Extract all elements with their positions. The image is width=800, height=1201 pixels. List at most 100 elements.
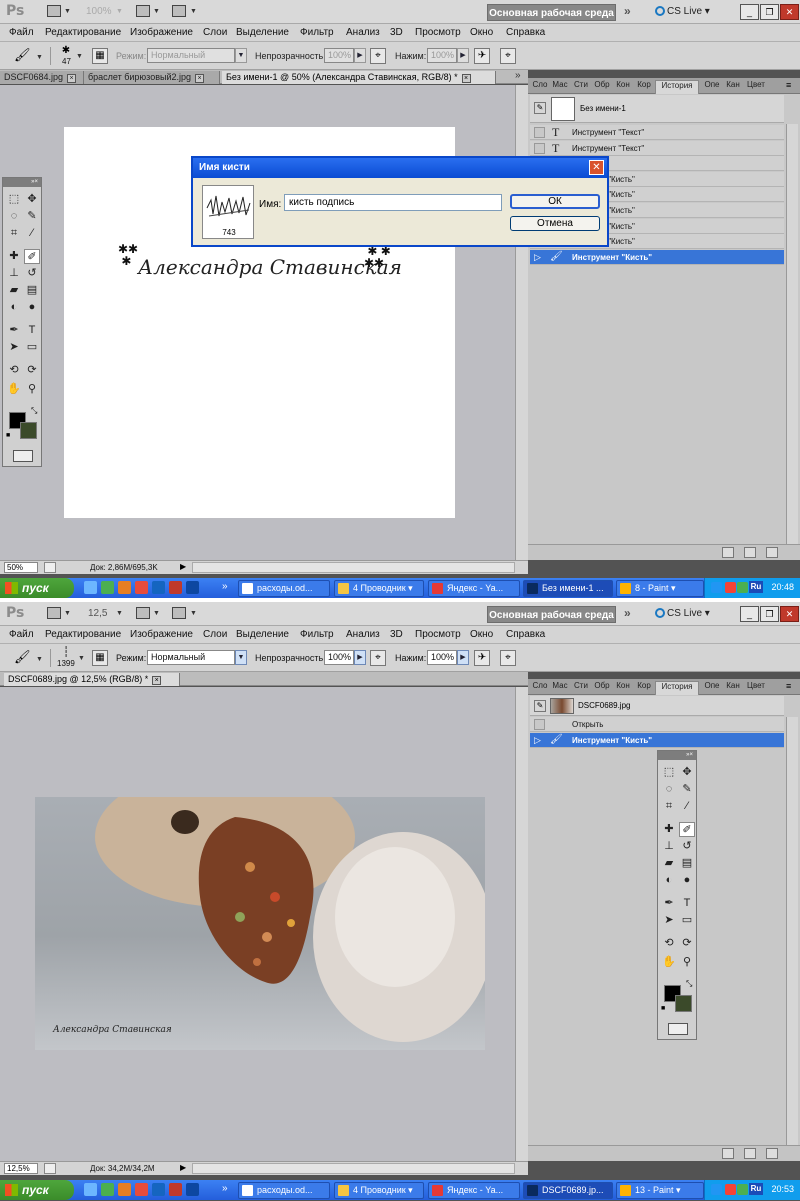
bridge-icon[interactable]: [47, 607, 61, 619]
start-button[interactable]: пуск: [0, 1180, 74, 1200]
chevron-down-icon[interactable]: ▼: [153, 8, 160, 15]
menu-select[interactable]: Выделение: [236, 629, 289, 640]
task-explorer[interactable]: 4 Проводник ▾: [334, 1182, 424, 1199]
menu-layers[interactable]: Слои: [203, 629, 227, 640]
background-color[interactable]: [675, 995, 692, 1012]
tab-history[interactable]: История: [655, 681, 699, 695]
start-button[interactable]: пуск: [0, 578, 74, 598]
history-source-box[interactable]: [534, 719, 545, 730]
chevron-down-icon[interactable]: ▼: [64, 8, 71, 15]
cs-live-menu[interactable]: CS Live ▾: [655, 608, 710, 619]
horizontal-scrollbar[interactable]: [192, 1163, 515, 1174]
quicklaunch-icon[interactable]: [186, 581, 199, 594]
chevron-down-icon[interactable]: ▼: [36, 656, 43, 663]
panel-scrollbar[interactable]: [786, 124, 798, 544]
status-arrow-icon[interactable]: ▶: [180, 1163, 186, 1172]
tab-actions[interactable]: Опе: [702, 80, 722, 94]
quicklaunch-icon[interactable]: [84, 581, 97, 594]
tab-history[interactable]: История: [655, 80, 699, 94]
close-icon[interactable]: ×: [195, 74, 205, 83]
tab-dscf0684[interactable]: DSCF0684.jpg ×: [0, 71, 84, 84]
flow-field[interactable]: 100%: [427, 48, 457, 63]
quicklaunch-icon[interactable]: [101, 1183, 114, 1196]
close-icon[interactable]: ×: [461, 74, 471, 83]
quick-mask-icon[interactable]: [13, 450, 33, 462]
menu-window[interactable]: Окно: [470, 27, 493, 38]
tray-icon[interactable]: [737, 582, 748, 593]
healing-icon[interactable]: ✚: [661, 822, 677, 837]
task-raskhody[interactable]: расходы.od...: [238, 1182, 330, 1199]
history-row[interactable]: T Инструмент "Текст": [530, 125, 784, 140]
tab-untitled-1[interactable]: Без имени-1 @ 50% (Александра Ставинская…: [222, 71, 496, 84]
move-icon[interactable]: ✥: [679, 765, 695, 780]
tab-masks[interactable]: Мас: [550, 681, 570, 695]
minimize-button[interactable]: _: [740, 606, 759, 622]
cancel-button[interactable]: Отмена: [510, 216, 600, 231]
zoom-icon[interactable]: ⚲: [679, 955, 695, 970]
screen-mode-icon[interactable]: [172, 607, 186, 619]
tab-adjust[interactable]: Обр: [592, 80, 612, 94]
restore-button[interactable]: ❐: [760, 4, 779, 20]
menu-image[interactable]: Изображение: [130, 27, 193, 38]
close-icon[interactable]: ×: [67, 74, 77, 83]
zoom-level[interactable]: 100%: [86, 6, 112, 17]
chevron-down-icon[interactable]: ▼: [116, 610, 123, 617]
snapshot-row[interactable]: ✎ Без имени-1: [530, 95, 784, 123]
eyedropper-icon[interactable]: ⁄: [24, 226, 40, 241]
hand-icon[interactable]: ✋: [6, 382, 22, 397]
status-zoom[interactable]: 12,5%: [4, 1163, 38, 1174]
task-raskhody[interactable]: расходы.od...: [238, 580, 330, 597]
tray-icon[interactable]: [725, 1184, 736, 1195]
history-source-box[interactable]: [534, 127, 545, 138]
type-icon[interactable]: T: [24, 323, 40, 338]
tray-icon[interactable]: [725, 582, 736, 593]
status-arrow-icon[interactable]: ▶: [180, 562, 186, 571]
quicklaunch-icon[interactable]: [118, 581, 131, 594]
task-paint[interactable]: 8 - Paint ▾: [616, 580, 704, 597]
path-select-icon[interactable]: ➤: [6, 340, 22, 355]
chevron-down-icon[interactable]: ▼: [153, 610, 160, 617]
dialog-close-button[interactable]: ✕: [589, 160, 604, 175]
quicklaunch-icon[interactable]: [135, 581, 148, 594]
healing-icon[interactable]: ✚: [6, 249, 22, 264]
language-indicator[interactable]: Ru: [749, 581, 763, 593]
menu-help[interactable]: Справка: [506, 27, 545, 38]
pen-icon[interactable]: ✒: [661, 896, 677, 911]
chevron-down-icon[interactable]: ▼: [190, 8, 197, 15]
menu-file[interactable]: Файл: [9, 629, 34, 640]
menu-help[interactable]: Справка: [506, 629, 545, 640]
tab-dscf0689[interactable]: DSCF0689.jpg @ 12,5% (RGB/8) * ×: [4, 673, 180, 686]
blur-icon[interactable]: ◐: [661, 873, 677, 888]
snapshot-row[interactable]: ✎ DSCF0689.jpg: [530, 696, 784, 716]
workspace-button[interactable]: Основная рабочая среда: [487, 606, 616, 623]
tab-channels[interactable]: Кан: [723, 80, 743, 94]
eraser-icon[interactable]: ▰: [661, 856, 677, 871]
panel-menu-icon[interactable]: ≡: [786, 681, 791, 691]
tray-icon[interactable]: [711, 1184, 722, 1195]
lasso-icon[interactable]: ◌: [661, 782, 677, 797]
tab-actions[interactable]: Опе: [702, 681, 722, 695]
brush-name-input[interactable]: кисть подпись: [284, 194, 502, 211]
status-zoom[interactable]: 50%: [4, 562, 38, 573]
quick-select-icon[interactable]: ✎: [679, 782, 695, 797]
workspace-button[interactable]: Основная рабочая среда: [487, 4, 616, 21]
brush-panel-icon[interactable]: ▦: [92, 48, 108, 64]
stamp-icon[interactable]: ⊥: [6, 266, 22, 281]
lasso-icon[interactable]: ◌: [6, 209, 22, 224]
brush-tool-icon[interactable]: 🖌: [14, 48, 31, 64]
opacity-field[interactable]: 100%: [324, 650, 354, 665]
swap-colors-icon[interactable]: ⤡: [686, 979, 692, 989]
3d-rotate-icon[interactable]: ⟲: [6, 363, 22, 378]
chevron-right-icon[interactable]: ▶: [354, 48, 366, 63]
status-icon[interactable]: [44, 1163, 56, 1174]
quicklaunch-icon[interactable]: [101, 581, 114, 594]
quick-mask-icon[interactable]: [668, 1023, 688, 1035]
task-paint[interactable]: 13 - Paint ▾: [616, 1182, 704, 1199]
task-photoshop[interactable]: DSCF0689.jp...: [523, 1182, 613, 1199]
snapshot-icon[interactable]: [744, 1148, 756, 1159]
quicklaunch-icon[interactable]: [152, 581, 165, 594]
tools-header[interactable]: »×: [658, 751, 696, 760]
brush-source-icon[interactable]: ✎: [534, 700, 546, 712]
eraser-icon[interactable]: ▰: [6, 283, 22, 298]
menu-select[interactable]: Выделение: [236, 27, 289, 38]
